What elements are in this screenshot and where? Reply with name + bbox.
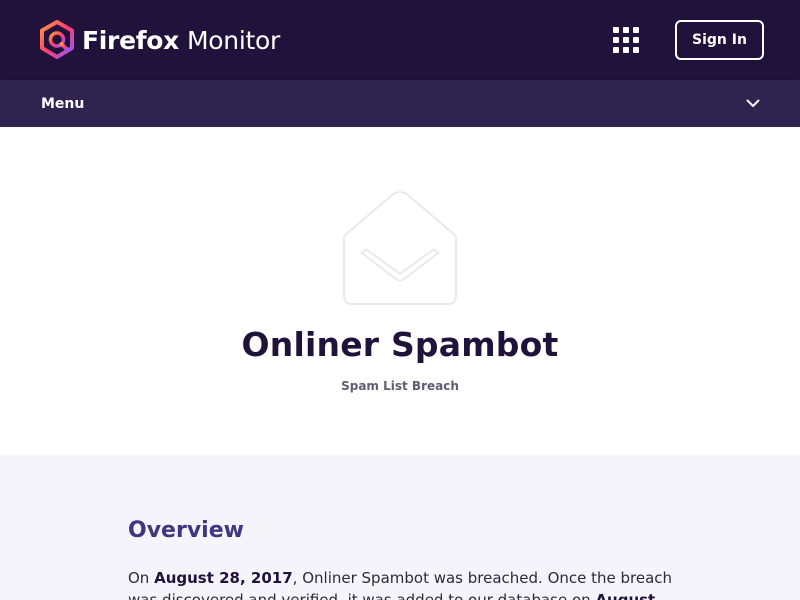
overview-heading: Overview <box>128 518 244 543</box>
breach-hero: Onliner Spambot Spam List Breach <box>0 127 800 455</box>
brand-logo-link[interactable]: Firefox Monitor <box>38 20 280 60</box>
overview-section: Overview On August 28, 2017, Onliner Spa… <box>0 455 800 600</box>
added-date: August <box>595 591 656 600</box>
overview-text-prefix: On <box>128 569 155 587</box>
brand-monitor-text: Monitor <box>187 25 280 55</box>
header-actions: Sign In <box>613 20 764 60</box>
chevron-down-icon[interactable] <box>746 99 760 108</box>
top-header: Firefox Monitor Sign In <box>0 0 800 80</box>
open-envelope-icon <box>343 191 457 305</box>
breach-date: August 28, 2017 <box>154 569 293 587</box>
brand-firefox-text: Firefox <box>82 25 180 55</box>
breach-title: Onliner Spambot <box>241 325 559 364</box>
overview-paragraph: On August 28, 2017, Onliner Spambot was … <box>128 567 673 600</box>
firefox-monitor-logo-icon <box>40 20 74 59</box>
menu-label: Menu <box>41 95 85 112</box>
menu-toggle-bar[interactable]: Menu <box>0 80 800 127</box>
sign-in-button[interactable]: Sign In <box>675 20 764 60</box>
app-grid-icon[interactable] <box>613 27 639 53</box>
breach-type-label: Spam List Breach <box>341 379 459 393</box>
